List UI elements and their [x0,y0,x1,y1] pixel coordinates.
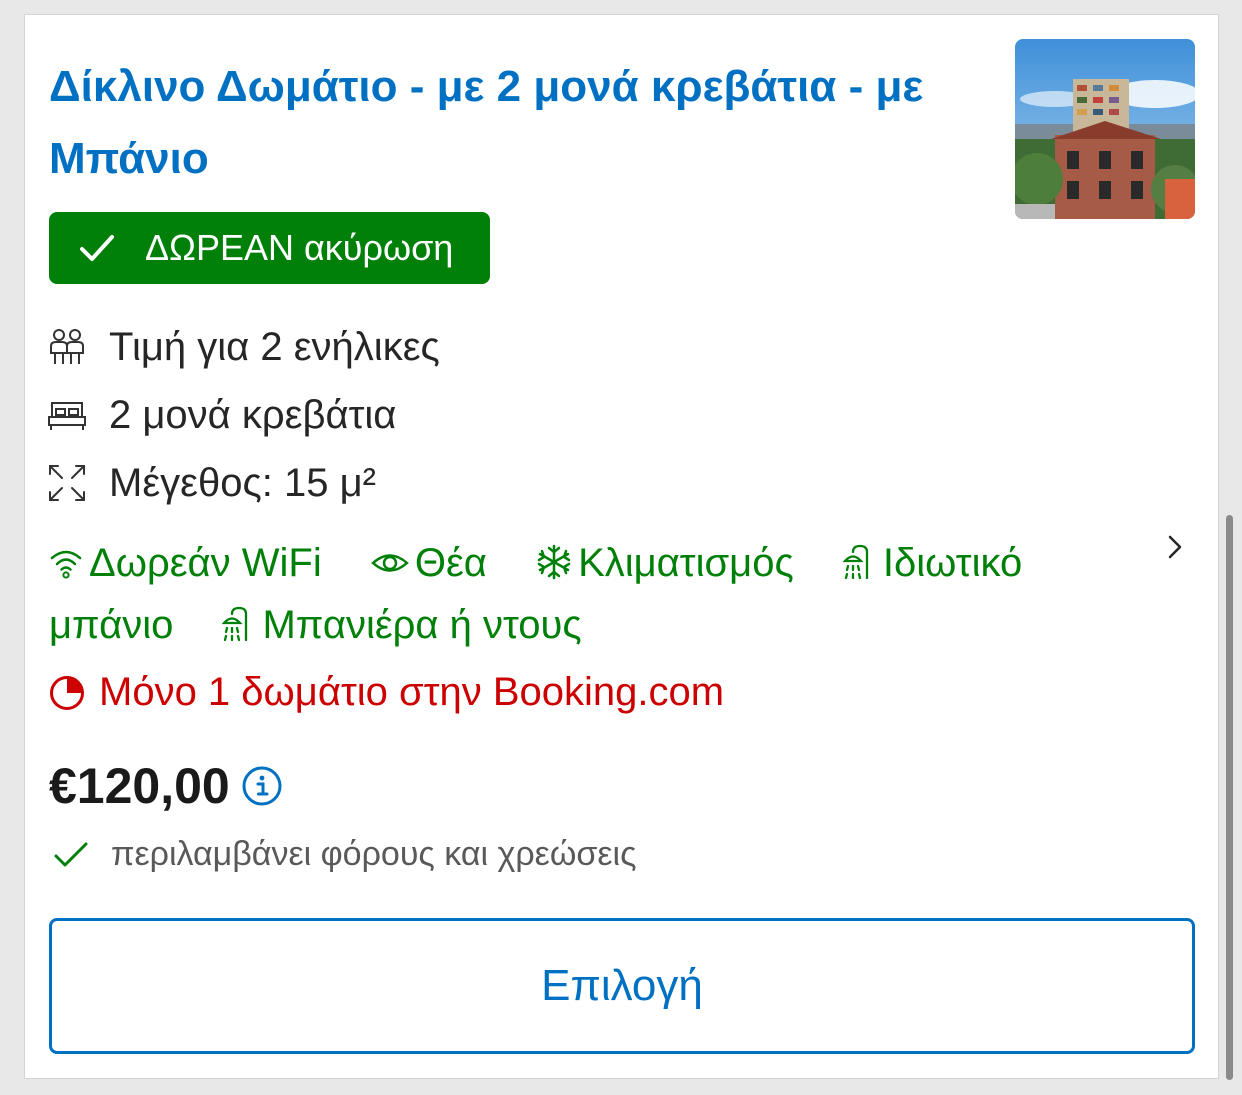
clock-pie-icon [50,675,84,710]
select-room-button[interactable]: Επιλογή [49,918,1195,1054]
amenity-item: Μπανιέρα ή ντους [222,603,582,647]
room-facts: Τιμή για 2 ενήλικες 2 μονά κρεβάτια Μέγε… [47,313,440,517]
amenity-label: Δωρεάν WiFi [89,541,322,585]
snowflake-icon [537,544,571,580]
people-icon [47,327,87,367]
fact-size: Μέγεθος: 15 μ² [47,449,440,517]
scrollbar[interactable] [1226,515,1233,1080]
scarcity-label: Μόνο 1 δωμάτιο στην Booking.com [99,670,725,714]
amenity-label: Μπανιέρα ή ντους [262,603,582,647]
fact-occupancy-label: Τιμή για 2 ενήλικες [109,324,440,369]
amenities-list: Δωρεάν WiFi Θέα Κλιματισμός Ιδιωτικό μπά… [49,532,1149,656]
free-cancellation-label: ΔΩΡΕΑΝ ακύρωση [145,227,454,268]
free-cancellation-badge: ΔΩΡΕΑΝ ακύρωση [49,212,490,284]
room-card: Δίκλινο Δωμάτιο - με 2 μονά κρεβάτια - μ… [24,14,1219,1079]
wifi-icon [50,550,82,579]
room-photo[interactable] [1015,39,1195,219]
price-amount: €120,00 [49,758,230,814]
scarcity-message: Μόνο 1 δωμάτιο στην Booking.com [49,670,724,715]
fact-occupancy: Τιμή για 2 ενήλικες [47,313,440,381]
amenity-item: Δωρεάν WiFi [49,541,333,585]
taxes-note: περιλαμβάνει φόρους και χρεώσεις [53,835,636,874]
room-size-icon [47,463,87,503]
amenity-label: Θέα [414,541,487,585]
fact-beds-label: 2 μονά κρεβάτια [109,392,397,437]
eye-icon [370,554,409,572]
amenity-label: Κλιματισμός [578,541,794,585]
taxes-label: περιλαμβάνει φόρους και χρεώσεις [111,835,637,873]
price-block: €120,00 [49,757,282,815]
room-title[interactable]: Δίκλινο Δωμάτιο - με 2 μονά κρεβάτια - μ… [49,51,989,195]
chevron-right-icon[interactable] [1161,533,1189,561]
fact-beds: 2 μονά κρεβάτια [47,381,440,449]
bed-icon [47,395,87,435]
fact-size-label: Μέγεθος: 15 μ² [109,460,376,505]
shower-icon [842,544,869,580]
amenity-item: Θέα [370,541,498,585]
check-icon [80,235,114,261]
check-icon [54,842,88,866]
amenity-item: Κλιματισμός [536,541,805,585]
shower-icon [222,606,248,642]
info-icon[interactable] [242,766,282,806]
